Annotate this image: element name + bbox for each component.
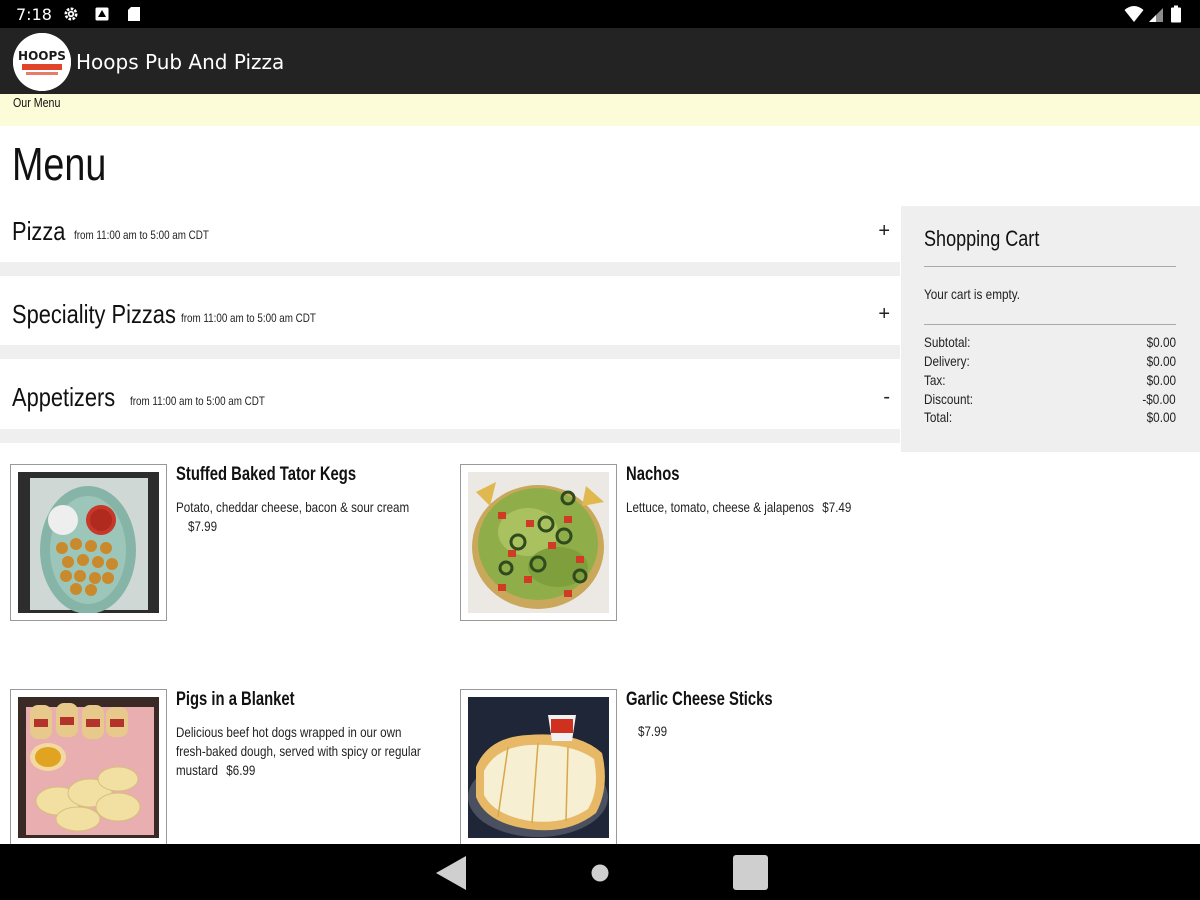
item-name[interactable]: Stuffed Baked Tator Kegs — [176, 464, 356, 486]
item-description-text: Delicious beef hot dogs wrapped in our o… — [176, 724, 421, 778]
signal-icon — [1149, 8, 1163, 22]
cart-row-value: $0.00 — [1146, 409, 1176, 425]
item-description: Potato, cheddar cheese, bacon & sour cre… — [176, 499, 410, 515]
restaurant-logo[interactable]: HOOPS — [13, 33, 71, 91]
item-name[interactable]: Pigs in a Blanket — [176, 689, 295, 711]
cart-row-label: Discount: — [924, 391, 974, 407]
cart-tax-row: Tax: $0.00 — [924, 372, 1176, 390]
logo-icon: HOOPS — [13, 33, 71, 91]
cart-row-label: Delivery: — [924, 353, 970, 369]
breadcrumb[interactable]: Our Menu — [13, 95, 60, 110]
cart-row-label: Subtotal: — [924, 334, 971, 350]
category-name: Appetizers — [12, 382, 116, 412]
category-hours: from 11:00 am to 5:00 am CDT — [181, 311, 316, 325]
cheese-sticks-photo — [468, 697, 609, 838]
navigation-bar — [0, 844, 1200, 900]
app-bar: HOOPS Hoops Pub And Pizza — [0, 28, 1200, 94]
tator-kegs-photo — [18, 472, 159, 613]
cart-divider — [924, 324, 1176, 325]
notification-icon — [95, 7, 109, 21]
item-photo[interactable] — [460, 464, 617, 621]
item-description: Delicious beef hot dogs wrapped in our o… — [176, 723, 433, 780]
battery-icon — [1171, 5, 1181, 23]
item-photo[interactable] — [460, 689, 617, 846]
menu-item-pigs-in-a-blanket[interactable]: Pigs in a Blanket Delicious beef hot dog… — [10, 689, 440, 859]
item-name[interactable]: Nachos — [626, 464, 680, 486]
page-title: Menu — [12, 138, 107, 190]
item-description: Lettuce, tomato, cheese & jalapenos $7.49 — [626, 498, 892, 517]
cart-title: Shopping Cart — [924, 226, 1040, 251]
item-price: $7.49 — [822, 499, 852, 515]
shopping-cart: Shopping Cart Your cart is empty. Subtot… — [901, 206, 1200, 452]
cart-row-value: $0.00 — [1146, 353, 1176, 369]
category-name: Pizza — [12, 216, 66, 246]
cart-row-label: Tax: — [924, 372, 946, 388]
cart-empty-text: Your cart is empty. — [924, 286, 1021, 302]
menu-item-tator-kegs[interactable]: Stuffed Baked Tator Kegs Potato, cheddar… — [10, 464, 440, 634]
wifi-icon — [1124, 6, 1144, 22]
menu-item-garlic-cheese-sticks[interactable]: Garlic Cheese Sticks $7.99 — [460, 689, 890, 859]
expand-icon[interactable]: + — [878, 303, 890, 326]
category-hours: from 11:00 am to 5:00 am CDT — [130, 394, 265, 408]
settings-icon — [64, 7, 78, 21]
menu-item-nachos[interactable]: Nachos Lettuce, tomato, cheese & jalapen… — [460, 464, 890, 634]
cart-row-value: -$0.00 — [1142, 391, 1176, 407]
category-name: Speciality Pizzas — [12, 299, 176, 329]
item-price: $7.99 — [638, 723, 668, 739]
item-photo[interactable] — [10, 464, 167, 621]
item-price: $7.99 — [188, 518, 218, 534]
category-pizza[interactable]: Pizza from 11:00 am to 5:00 am CDT + — [0, 206, 900, 276]
category-hours: from 11:00 am to 5:00 am CDT — [74, 228, 209, 242]
status-time: 7:18 — [16, 5, 52, 24]
category-appetizers[interactable]: Appetizers from 11:00 am to 5:00 am CDT … — [0, 359, 900, 443]
category-speciality-pizzas[interactable]: Speciality Pizzas from 11:00 am to 5:00 … — [0, 276, 900, 359]
item-description-text: Lettuce, tomato, cheese & jalapenos — [626, 499, 814, 515]
item-photo[interactable] — [10, 689, 167, 846]
home-icon[interactable] — [590, 863, 610, 883]
item-name[interactable]: Garlic Cheese Sticks — [626, 689, 773, 711]
cart-row-label: Total: — [924, 409, 953, 425]
nachos-photo — [468, 472, 609, 613]
cart-divider — [924, 266, 1176, 267]
cart-row-value: $0.00 — [1146, 372, 1176, 388]
app-title: Hoops Pub And Pizza — [76, 50, 285, 74]
recents-icon[interactable] — [732, 854, 769, 891]
breadcrumb-bar: Our Menu — [0, 94, 1200, 126]
cart-row-value: $0.00 — [1146, 334, 1176, 350]
cart-total-row: Total: $0.00 — [924, 409, 1176, 427]
svg-text:HOOPS: HOOPS — [18, 49, 66, 63]
item-price: $6.99 — [226, 762, 256, 778]
collapse-icon[interactable]: - — [883, 386, 890, 409]
back-icon[interactable] — [433, 854, 469, 892]
status-bar: 7:18 — [0, 0, 1200, 28]
expand-icon[interactable]: + — [878, 220, 890, 243]
sd-card-icon — [128, 7, 140, 21]
pigs-in-blanket-photo — [18, 697, 159, 838]
cart-discount-row: Discount: -$0.00 — [924, 391, 1176, 409]
cart-subtotal-row: Subtotal: $0.00 — [924, 334, 1176, 352]
cart-delivery-row: Delivery: $0.00 — [924, 353, 1176, 371]
